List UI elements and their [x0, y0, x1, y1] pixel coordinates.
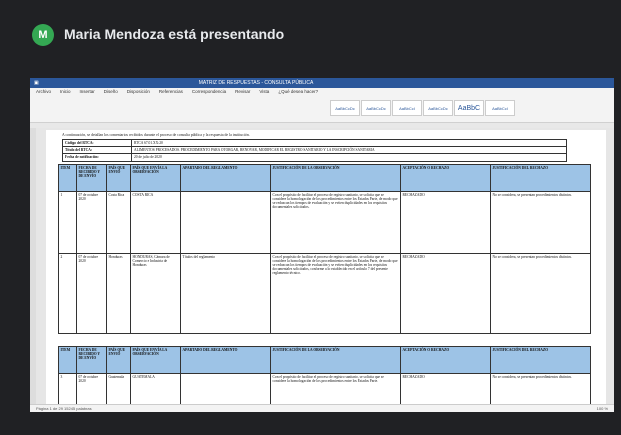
rejection-cell: No se considera, se presentan procedimie…	[490, 253, 591, 334]
shared-screen: ▣ MATRIZ DE RESPUESTAS - CONSULTA PÚBLIC…	[30, 78, 614, 412]
ribbon: AaBbCcDc AaBbCcDc AaBbCcI AaBbCcDc AaBbC…	[30, 96, 614, 123]
header-cell: JUSTIFICACIÓN DEL RECHAZO	[490, 346, 591, 374]
header-cell: ITEM	[58, 346, 77, 374]
word-titlebar: ▣ MATRIZ DE RESPUESTAS - CONSULTA PÚBLIC…	[30, 78, 614, 88]
tell-me-search[interactable]: ¿Qué desea hacer?	[278, 89, 318, 96]
style-title[interactable]: AaBbC	[454, 100, 484, 116]
item-cell: 3	[58, 373, 77, 404]
ribbon-tabs: Archivo Inicio Insertar Diseño Disposici…	[30, 88, 614, 96]
document-area: A continuación, se detallan los comentar…	[30, 128, 614, 404]
justification-cell: Con el propósito de facilitar el proceso…	[270, 373, 401, 404]
header-cell: JUSTIFICACIÓN DE LA OBSERVACIÓN	[270, 164, 401, 192]
rejection-cell: No se considera, se presentan procedimie…	[490, 373, 591, 404]
tab-design[interactable]: Diseño	[104, 89, 118, 96]
info-value: ALIMENTOS PROCESADOS. PROCEDIMIENTO PARA…	[131, 146, 567, 155]
tab-view[interactable]: Vista	[259, 89, 269, 96]
info-value: RTCA 67.01.XX:20	[131, 138, 567, 148]
tab-review[interactable]: Revisar	[235, 89, 250, 96]
justification-cell: Con el propósito de facilitar el proceso…	[270, 253, 401, 334]
country-cell: Guatemala	[106, 373, 131, 404]
intro-paragraph: A continuación, se detallan los comentar…	[62, 133, 250, 137]
info-key: Título del RTCA:	[62, 146, 132, 155]
word-icon: ▣	[34, 80, 39, 86]
responses-table: ITEM FECHA DE RECIBIDO Y DE ENVÍO PAÍS Q…	[58, 164, 591, 334]
tab-home[interactable]: Inicio	[60, 89, 71, 96]
table-row: 3 07 de octubre 2020 Guatemala GUATEMALA…	[58, 373, 591, 404]
info-key: Código del RTCA:	[62, 138, 132, 148]
section-cell: Títulos del reglamento	[180, 253, 271, 334]
responses-table-page2: ITEM FECHA DE RECIBIDO Y DE ENVÍO PAÍS Q…	[58, 346, 591, 404]
table-row: Título del RTCA: ALIMENTOS PROCESADOS. PR…	[62, 146, 567, 155]
header-cell: PAÍS QUE ENVIÓ	[106, 346, 131, 374]
style-normal[interactable]: AaBbCcDc	[330, 100, 360, 116]
header-cell: ITEM	[58, 164, 77, 192]
status-page-info: Página 1 de 29 15245 palabras	[36, 406, 92, 411]
tab-insert[interactable]: Insertar	[80, 89, 95, 96]
header-cell: PAÍS QUE ENVÍA LA OBSERVACIÓN	[130, 346, 181, 374]
justification-cell: Con el propósito de facilitar el proceso…	[270, 191, 401, 254]
header-cell: APARTADO DEL REGLAMENTO	[180, 346, 271, 374]
country-cell: Honduras	[106, 253, 131, 334]
sender-cell: HONDURAS, Cámara de Comercio e Industria…	[130, 253, 181, 334]
header-cell: ACEPTACIÓN O RECHAZO	[400, 164, 491, 192]
document-title: MATRIZ DE RESPUESTAS - CONSULTA PÚBLICA	[198, 80, 314, 86]
sender-cell: COSTA RICA	[130, 191, 181, 254]
acceptance-cell: RECHAZADO	[400, 373, 491, 404]
header-cell: PAÍS QUE ENVIÓ	[106, 164, 131, 192]
header-cell: PAÍS QUE ENVÍA LA OBSERVACIÓN	[130, 164, 181, 192]
item-cell: 1	[58, 191, 77, 254]
document-page: A continuación, se detallan los comentar…	[46, 130, 606, 404]
date-cell: 07 de octubre 2020	[76, 373, 107, 404]
header-cell: ACEPTACIÓN O RECHAZO	[400, 346, 491, 374]
table-header-row: ITEM FECHA DE RECIBIDO Y DE ENVÍO PAÍS Q…	[58, 164, 591, 192]
date-cell: 07 de octubre 2020	[76, 191, 107, 254]
zoom-level[interactable]: 100 %	[597, 406, 608, 411]
acceptance-cell: RECHAZADO	[400, 191, 491, 254]
table-header-row: ITEM FECHA DE RECIBIDO Y DE ENVÍO PAÍS Q…	[58, 346, 591, 374]
info-table: Código del RTCA: RTCA 67.01.XX:20 Título …	[62, 138, 567, 162]
date-cell: 07 de octubre 2020	[76, 253, 107, 334]
presenting-bar: M Maria Mendoza está presentando	[0, 0, 621, 60]
style-no-spacing[interactable]: AaBbCcDc	[361, 100, 391, 116]
tab-layout[interactable]: Disposición	[127, 89, 150, 96]
header-cell: FECHA DE RECIBIDO Y DE ENVÍO	[76, 346, 107, 374]
info-value: 20 de julio de 2020	[131, 153, 567, 162]
tab-mailings[interactable]: Correspondencia	[192, 89, 226, 96]
tab-file[interactable]: Archivo	[36, 89, 51, 96]
status-bar: Página 1 de 29 15245 palabras 100 %	[30, 404, 614, 412]
header-cell: JUSTIFICACIÓN DE LA OBSERVACIÓN	[270, 346, 401, 374]
style-heading1[interactable]: AaBbCcI	[392, 100, 422, 116]
presenter-avatar: M	[32, 24, 54, 46]
table-row: Código del RTCA: RTCA 67.01.XX:20	[62, 138, 567, 148]
header-cell: FECHA DE RECIBIDO Y DE ENVÍO	[76, 164, 107, 192]
table-row: Fecha de notificación: 20 de julio de 202…	[62, 153, 567, 162]
presenter-label: Maria Mendoza está presentando	[64, 26, 285, 42]
sender-cell: GUATEMALA	[130, 373, 181, 404]
style-subtitle[interactable]: AaBbCcI	[485, 100, 515, 116]
country-cell: Costa Rica	[106, 191, 131, 254]
table-row: 1 07 de octubre 2020 Costa Rica COSTA RI…	[58, 191, 591, 254]
vertical-ruler	[30, 128, 36, 404]
info-key: Fecha de notificación:	[62, 153, 132, 162]
table-row: 2 07 de octubre 2020 Honduras HONDURAS, …	[58, 253, 591, 334]
item-cell: 2	[58, 253, 77, 334]
rejection-cell: No se considera, se presentan procedimie…	[490, 191, 591, 254]
header-cell: JUSTIFICACIÓN DEL RECHAZO	[490, 164, 591, 192]
section-cell	[180, 191, 271, 254]
tab-references[interactable]: Referencias	[159, 89, 183, 96]
acceptance-cell: RECHAZADO	[400, 253, 491, 334]
section-cell	[180, 373, 271, 404]
style-heading2[interactable]: AaBbCcDc	[423, 100, 453, 116]
header-cell: APARTADO DEL REGLAMENTO	[180, 164, 271, 192]
